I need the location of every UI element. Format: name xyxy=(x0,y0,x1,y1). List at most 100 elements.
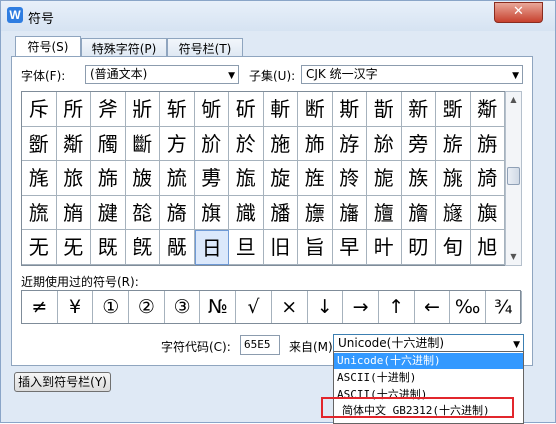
character-cell[interactable]: 旣 xyxy=(125,230,160,265)
character-cell[interactable]: 断 xyxy=(298,92,333,127)
character-cell[interactable]: 新 xyxy=(401,92,436,127)
character-cell[interactable]: 所 xyxy=(56,92,91,127)
character-cell[interactable]: 旌 xyxy=(298,161,333,196)
recent-symbol-cell[interactable]: ¾ xyxy=(486,291,522,323)
character-cell[interactable]: 斶 xyxy=(91,126,126,162)
recent-symbol-cell[interactable]: ‰ xyxy=(450,291,486,323)
character-cell[interactable]: 斲 xyxy=(436,92,471,127)
character-cell[interactable]: 旛 xyxy=(332,195,367,231)
character-cell[interactable]: 於 xyxy=(229,126,264,162)
character-cell[interactable]: 斴 xyxy=(56,126,91,162)
character-cell[interactable]: 旑 xyxy=(470,161,505,196)
subset-select[interactable]: CJK 统一汉字 ▼ xyxy=(301,65,523,84)
character-cell[interactable]: 旝 xyxy=(401,195,436,231)
recent-symbol-cell[interactable]: № xyxy=(200,291,237,323)
recent-symbol-cell[interactable]: ← xyxy=(415,291,451,323)
recent-symbol-cell[interactable]: √ xyxy=(236,291,272,323)
character-cell[interactable]: 斿 xyxy=(332,126,367,162)
character-cell[interactable]: 旎 xyxy=(367,161,402,196)
character-cell[interactable]: 斵 xyxy=(22,126,57,162)
character-grid[interactable]: 斥所斧斨斩斪斫斬断斯斮新斲斴斵斴斶斷方斺於施斾斿旀旁旂旃旄旅旆旇旈旉旊旋旌旍旎族… xyxy=(21,91,505,266)
character-cell[interactable]: 旁 xyxy=(401,126,436,162)
tab-symbols[interactable]: 符号(S) xyxy=(15,36,81,58)
character-cell[interactable]: 方 xyxy=(160,126,195,162)
character-cell[interactable]: 旒 xyxy=(22,195,57,231)
character-cell[interactable]: 斯 xyxy=(332,92,367,127)
recent-symbol-cell[interactable]: × xyxy=(272,291,308,323)
from-option[interactable]: Unicode(十六进制) xyxy=(334,353,523,369)
character-cell[interactable]: 旜 xyxy=(367,195,402,231)
character-cell[interactable]: 斫 xyxy=(229,92,264,127)
scroll-thumb[interactable] xyxy=(507,167,520,185)
character-cell[interactable]: 旂 xyxy=(436,126,471,162)
character-cell[interactable]: 旈 xyxy=(160,161,195,196)
character-cell[interactable]: 斪 xyxy=(194,92,229,127)
character-cell[interactable]: 斷 xyxy=(125,126,160,162)
character-cell[interactable]: 旚 xyxy=(298,195,333,231)
character-cell[interactable]: 旗 xyxy=(194,195,229,231)
character-cell[interactable]: 旓 xyxy=(56,195,91,231)
character-cell[interactable]: 斾 xyxy=(298,126,333,162)
character-cell[interactable]: 日 xyxy=(194,230,229,265)
character-cell[interactable]: 旀 xyxy=(367,126,402,162)
character-cell[interactable]: 旤 xyxy=(160,230,195,265)
character-cell[interactable]: 斮 xyxy=(367,92,402,127)
character-cell[interactable]: 旪 xyxy=(367,230,402,265)
tab-special-chars[interactable]: 特殊字符(P) xyxy=(81,38,167,58)
recent-symbol-cell[interactable]: ① xyxy=(93,291,130,323)
recent-symbols-grid[interactable]: ≠ ¥ ① ② ③ № √ × ↓ → ↑ ← ‰ ¾ xyxy=(21,290,522,324)
character-cell[interactable]: 斥 xyxy=(22,92,57,127)
character-cell[interactable]: 斺 xyxy=(194,126,229,162)
character-cell[interactable]: 旦 xyxy=(229,230,264,265)
character-cell[interactable]: 斨 xyxy=(125,92,160,127)
character-cell[interactable]: 旘 xyxy=(229,195,264,231)
recent-symbol-cell[interactable]: → xyxy=(343,291,379,323)
recent-symbol-cell[interactable]: ③ xyxy=(165,291,201,323)
from-option[interactable]: ASCII(十进制) xyxy=(334,370,523,386)
character-cell[interactable]: 族 xyxy=(401,161,436,196)
character-cell[interactable]: 旊 xyxy=(229,161,264,196)
character-cell[interactable]: 旉 xyxy=(194,161,229,196)
char-code-input[interactable]: 65E5 xyxy=(240,335,280,355)
character-cell[interactable]: 旔 xyxy=(91,195,126,231)
recent-symbol-cell[interactable]: ≠ xyxy=(22,291,58,323)
character-cell[interactable]: 斴 xyxy=(470,92,505,127)
character-cell[interactable]: 旅 xyxy=(56,161,91,196)
insert-to-symbol-bar-button[interactable]: 插入到符号栏(Y) xyxy=(14,372,111,392)
character-cell[interactable]: 无 xyxy=(22,230,57,265)
character-cell[interactable]: 旄 xyxy=(22,161,57,196)
character-cell[interactable]: 旟 xyxy=(470,195,505,231)
character-cell[interactable]: 旧 xyxy=(263,230,298,265)
close-button[interactable]: ✕ xyxy=(494,2,543,23)
scroll-up-icon[interactable]: ▲ xyxy=(506,92,521,108)
character-cell[interactable]: 施 xyxy=(263,126,298,162)
character-cell[interactable]: 旭 xyxy=(470,230,505,265)
character-cell[interactable]: 斩 xyxy=(160,92,195,127)
recent-symbol-cell[interactable]: ↑ xyxy=(379,291,415,323)
character-cell[interactable]: 旐 xyxy=(436,161,471,196)
character-cell[interactable]: 旨 xyxy=(298,230,333,265)
character-cell[interactable]: 斧 xyxy=(91,92,126,127)
character-cell[interactable]: 旞 xyxy=(436,195,471,231)
character-cell[interactable]: 旡 xyxy=(56,230,91,265)
character-cell[interactable]: 旬 xyxy=(436,230,471,265)
character-cell[interactable]: 旋 xyxy=(263,161,298,196)
font-select[interactable]: (普通文本) ▼ xyxy=(85,65,239,84)
tab-symbol-bar[interactable]: 符号栏(T) xyxy=(167,38,243,58)
character-grid-scrollbar[interactable]: ▲ ▼ xyxy=(505,91,522,266)
character-cell[interactable]: 斬 xyxy=(263,92,298,127)
scroll-down-icon[interactable]: ▼ xyxy=(506,249,521,265)
character-cell[interactable]: 旍 xyxy=(332,161,367,196)
recent-symbol-cell[interactable]: ¥ xyxy=(58,291,94,323)
character-cell[interactable]: 旃 xyxy=(470,126,505,162)
recent-symbol-cell[interactable]: ↓ xyxy=(308,291,344,323)
character-cell[interactable]: 早 xyxy=(332,230,367,265)
character-cell[interactable]: 旙 xyxy=(263,195,298,231)
character-cell[interactable]: 旆 xyxy=(91,161,126,196)
character-cell[interactable]: 旖 xyxy=(160,195,195,231)
character-cell[interactable]: 旇 xyxy=(125,161,160,196)
character-cell[interactable]: 旫 xyxy=(401,230,436,265)
character-cell[interactable]: 既 xyxy=(91,230,126,265)
recent-symbol-cell[interactable]: ② xyxy=(129,291,165,323)
character-cell[interactable]: 旕 xyxy=(125,195,160,231)
